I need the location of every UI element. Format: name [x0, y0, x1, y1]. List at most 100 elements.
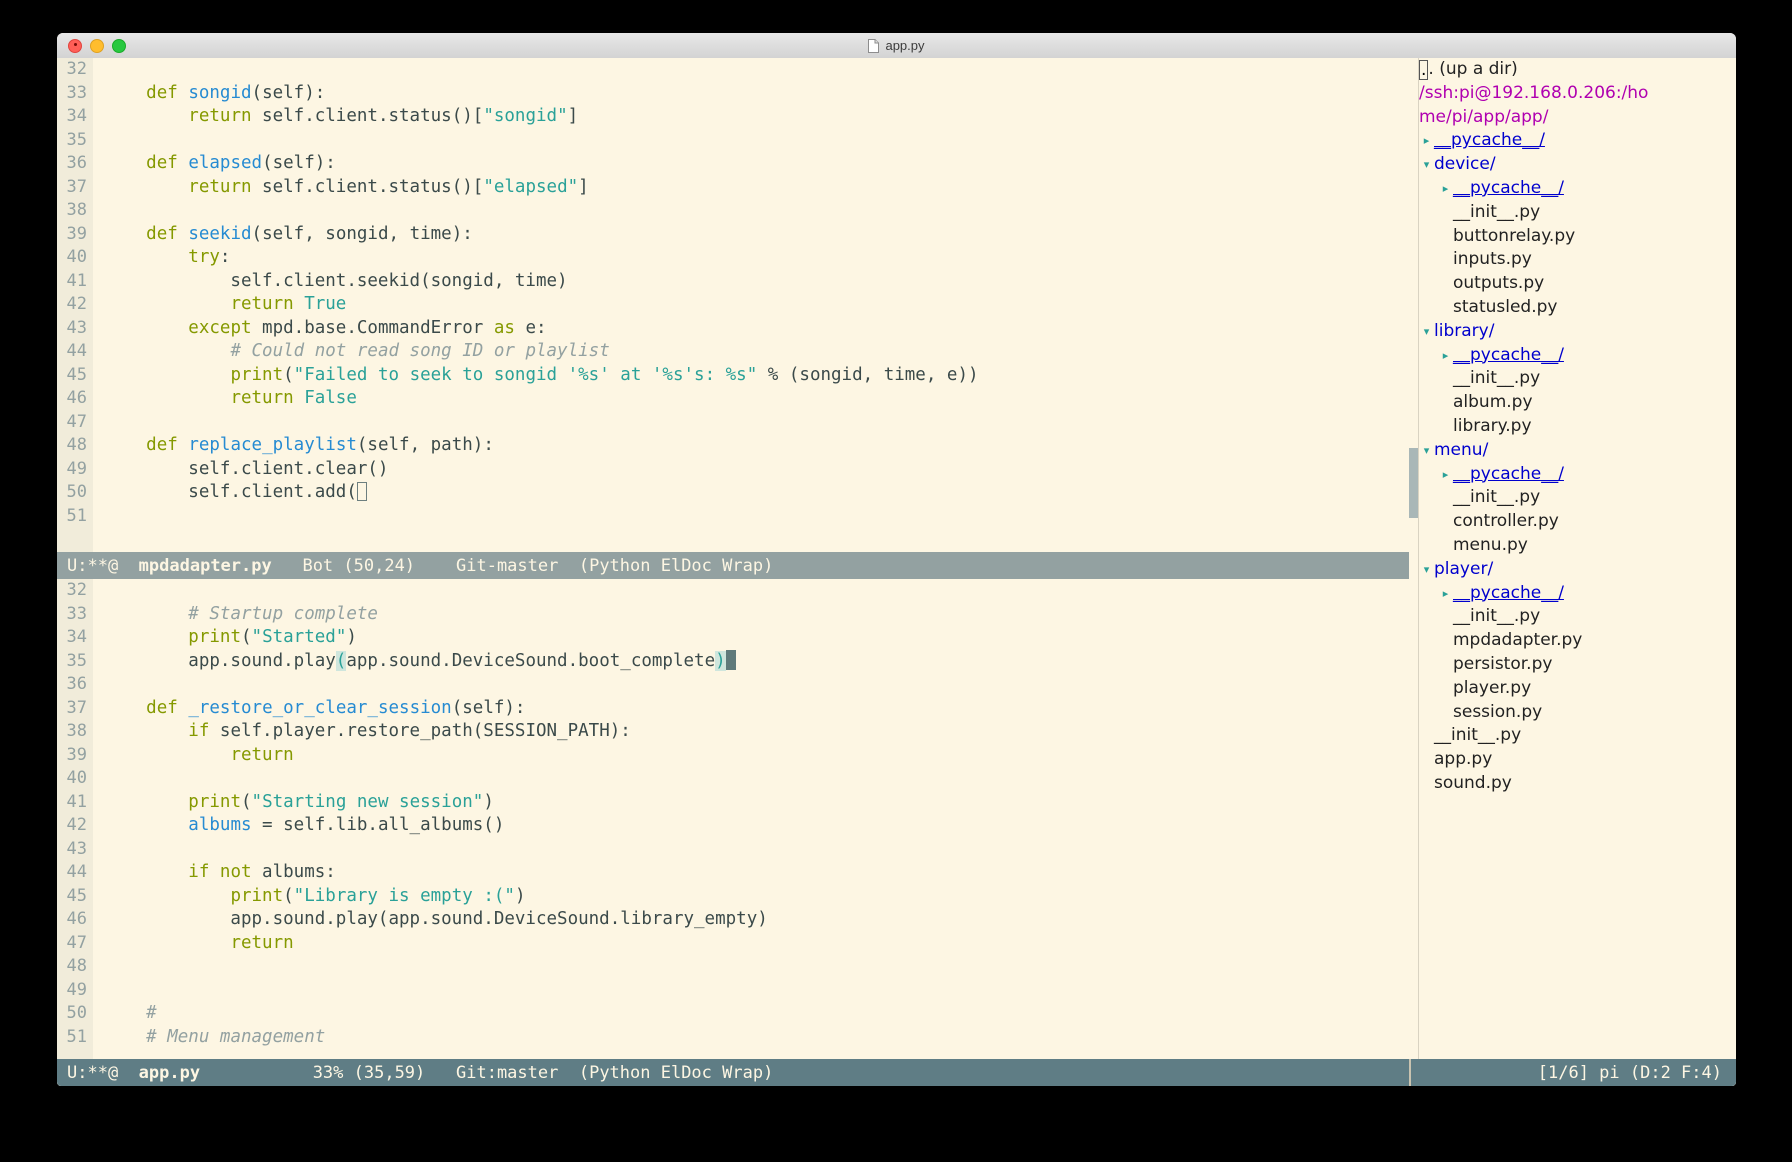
text-cursor — [357, 482, 367, 501]
zoom-button[interactable] — [112, 39, 126, 53]
line-number: 37 — [57, 176, 93, 200]
code-line: 50 self.client.add( — [57, 481, 1409, 505]
line-number: 40 — [57, 767, 93, 791]
file-tree-column: .. (up a dir)/ssh:pi@192.168.0.206:/home… — [1409, 58, 1736, 1086]
tree-file-row[interactable]: outputs.py — [1419, 272, 1736, 296]
tree-scrollbar[interactable] — [1409, 58, 1419, 1059]
tree-no-arrow — [1438, 248, 1453, 272]
tree-file-row[interactable]: mpdadapter.py — [1419, 629, 1736, 653]
code-line: 39 return — [57, 744, 1409, 768]
code-token — [104, 153, 146, 173]
tree-directory-row[interactable]: ▾player/ — [1419, 558, 1736, 582]
tree-file-row[interactable]: controller.py — [1419, 510, 1736, 534]
line-number: 42 — [57, 814, 93, 838]
minimize-button[interactable] — [90, 39, 104, 53]
code-line: 35 app.sound.play(app.sound.DeviceSound.… — [57, 650, 1409, 674]
line-number: 40 — [57, 246, 93, 270]
code-token: (self, songid, time): — [252, 224, 473, 244]
modeline-modes: (Python ElDoc Wrap) — [579, 556, 773, 576]
tree-directory-row[interactable]: ▾library/ — [1419, 320, 1736, 344]
code-line-text — [93, 979, 104, 1003]
code-token — [104, 698, 146, 718]
code-token: e: — [515, 318, 547, 338]
tree-directory-row[interactable]: ▸__pycache__/ — [1419, 582, 1736, 606]
code-token: "Starting new session" — [252, 792, 484, 812]
code-line: 32 — [57, 579, 1409, 603]
tree-file-row[interactable]: inputs.py — [1419, 248, 1736, 272]
code-token: self.client.clear() — [104, 459, 388, 479]
tree-up-dir[interactable]: .. (up a dir) — [1419, 58, 1736, 82]
code-token: ) — [715, 651, 726, 671]
code-token — [104, 294, 230, 314]
line-number: 49 — [57, 458, 93, 482]
chevron-right-icon[interactable]: ▸ — [1438, 344, 1453, 368]
chevron-right-icon[interactable]: ▸ — [1438, 463, 1453, 487]
tree-file-row[interactable]: library.py — [1419, 415, 1736, 439]
code-text-top[interactable]: 3233 def songid(self):34 return self.cli… — [57, 58, 1409, 528]
file-tree-list[interactable]: .. (up a dir)/ssh:pi@192.168.0.206:/home… — [1419, 58, 1736, 1059]
code-line-text: print("Failed to seek to songid '%s' at … — [93, 364, 979, 388]
chevron-down-icon[interactable]: ▾ — [1419, 320, 1434, 344]
tree-file-label: __init__.py — [1434, 724, 1521, 748]
tree-file-row[interactable]: __init__.py — [1419, 367, 1736, 391]
code-line: 38 if self.player.restore_path(SESSION_P… — [57, 720, 1409, 744]
code-line-text: self.client.add( — [93, 481, 367, 505]
tree-file-row[interactable]: sound.py — [1419, 772, 1736, 796]
code-token — [104, 177, 188, 197]
tree-file-row[interactable]: persistor.py — [1419, 653, 1736, 677]
tree-file-row[interactable]: __init__.py — [1419, 486, 1736, 510]
tree-directory-row[interactable]: ▸__pycache__/ — [1419, 344, 1736, 368]
chevron-right-icon[interactable]: ▸ — [1419, 129, 1434, 153]
chevron-down-icon[interactable]: ▾ — [1419, 558, 1434, 582]
tree-file-row[interactable]: statusled.py — [1419, 296, 1736, 320]
chevron-right-icon[interactable]: ▸ — [1438, 177, 1453, 201]
tree-directory-row[interactable]: ▾menu/ — [1419, 439, 1736, 463]
code-token: "Library is empty :(" — [294, 886, 515, 906]
code-line-text: self.client.seekid(songid, time) — [93, 270, 568, 294]
code-text-bottom[interactable]: 3233 # Startup complete34 print("Started… — [57, 579, 1409, 1049]
code-window-mpdadapter[interactable]: 3233 def songid(self):34 return self.cli… — [57, 58, 1409, 552]
tree-file-row[interactable]: album.py — [1419, 391, 1736, 415]
modeline-position: 33% (35,59) — [313, 1063, 426, 1083]
tree-file-row[interactable]: buttonrelay.py — [1419, 225, 1736, 249]
code-line-text — [93, 838, 104, 862]
chevron-down-icon[interactable]: ▾ — [1419, 439, 1434, 463]
tree-scrollbar-thumb[interactable] — [1409, 448, 1418, 518]
line-number: 32 — [57, 579, 93, 603]
line-number: 49 — [57, 979, 93, 1003]
line-number: 41 — [57, 270, 93, 294]
tree-directory-row[interactable]: ▸__pycache__/ — [1419, 129, 1736, 153]
tree-directory-row[interactable]: ▾device/ — [1419, 153, 1736, 177]
chevron-down-icon[interactable]: ▾ — [1419, 153, 1434, 177]
tree-no-arrow — [1438, 677, 1453, 701]
code-line: 50 # — [57, 1002, 1409, 1026]
code-line: 46 return False — [57, 387, 1409, 411]
code-line: 37 def _restore_or_clear_session(self): — [57, 697, 1409, 721]
code-token: self.client.add( — [104, 482, 357, 502]
code-token — [104, 1027, 146, 1047]
window-controls[interactable] — [68, 33, 126, 58]
tree-no-arrow — [1438, 534, 1453, 558]
close-button[interactable] — [68, 39, 82, 53]
chevron-right-icon[interactable]: ▸ — [1438, 582, 1453, 606]
tree-directory-row[interactable]: ▸__pycache__/ — [1419, 463, 1736, 487]
tree-directory-row[interactable]: ▸__pycache__/ — [1419, 177, 1736, 201]
code-token — [104, 627, 188, 647]
code-window-app[interactable]: 3233 # Startup complete34 print("Started… — [57, 579, 1409, 1059]
file-tree-window[interactable]: .. (up a dir)/ssh:pi@192.168.0.206:/home… — [1409, 58, 1736, 1059]
tree-file-row[interactable]: session.py — [1419, 701, 1736, 725]
code-token: False — [304, 388, 357, 408]
tree-file-label: __init__.py — [1453, 605, 1540, 629]
tree-file-row[interactable]: __init__.py — [1419, 201, 1736, 225]
tree-directory-label: device/ — [1434, 153, 1496, 177]
tree-file-row[interactable]: __init__.py — [1419, 605, 1736, 629]
tree-file-row[interactable]: menu.py — [1419, 534, 1736, 558]
window-title-text: app.py — [885, 38, 924, 53]
code-line-text — [93, 58, 104, 82]
tree-file-row[interactable]: player.py — [1419, 677, 1736, 701]
tree-file-row[interactable]: app.py — [1419, 748, 1736, 772]
line-number: 47 — [57, 411, 93, 435]
line-number: 42 — [57, 293, 93, 317]
tree-file-row[interactable]: __init__.py — [1419, 724, 1736, 748]
line-number: 39 — [57, 223, 93, 247]
